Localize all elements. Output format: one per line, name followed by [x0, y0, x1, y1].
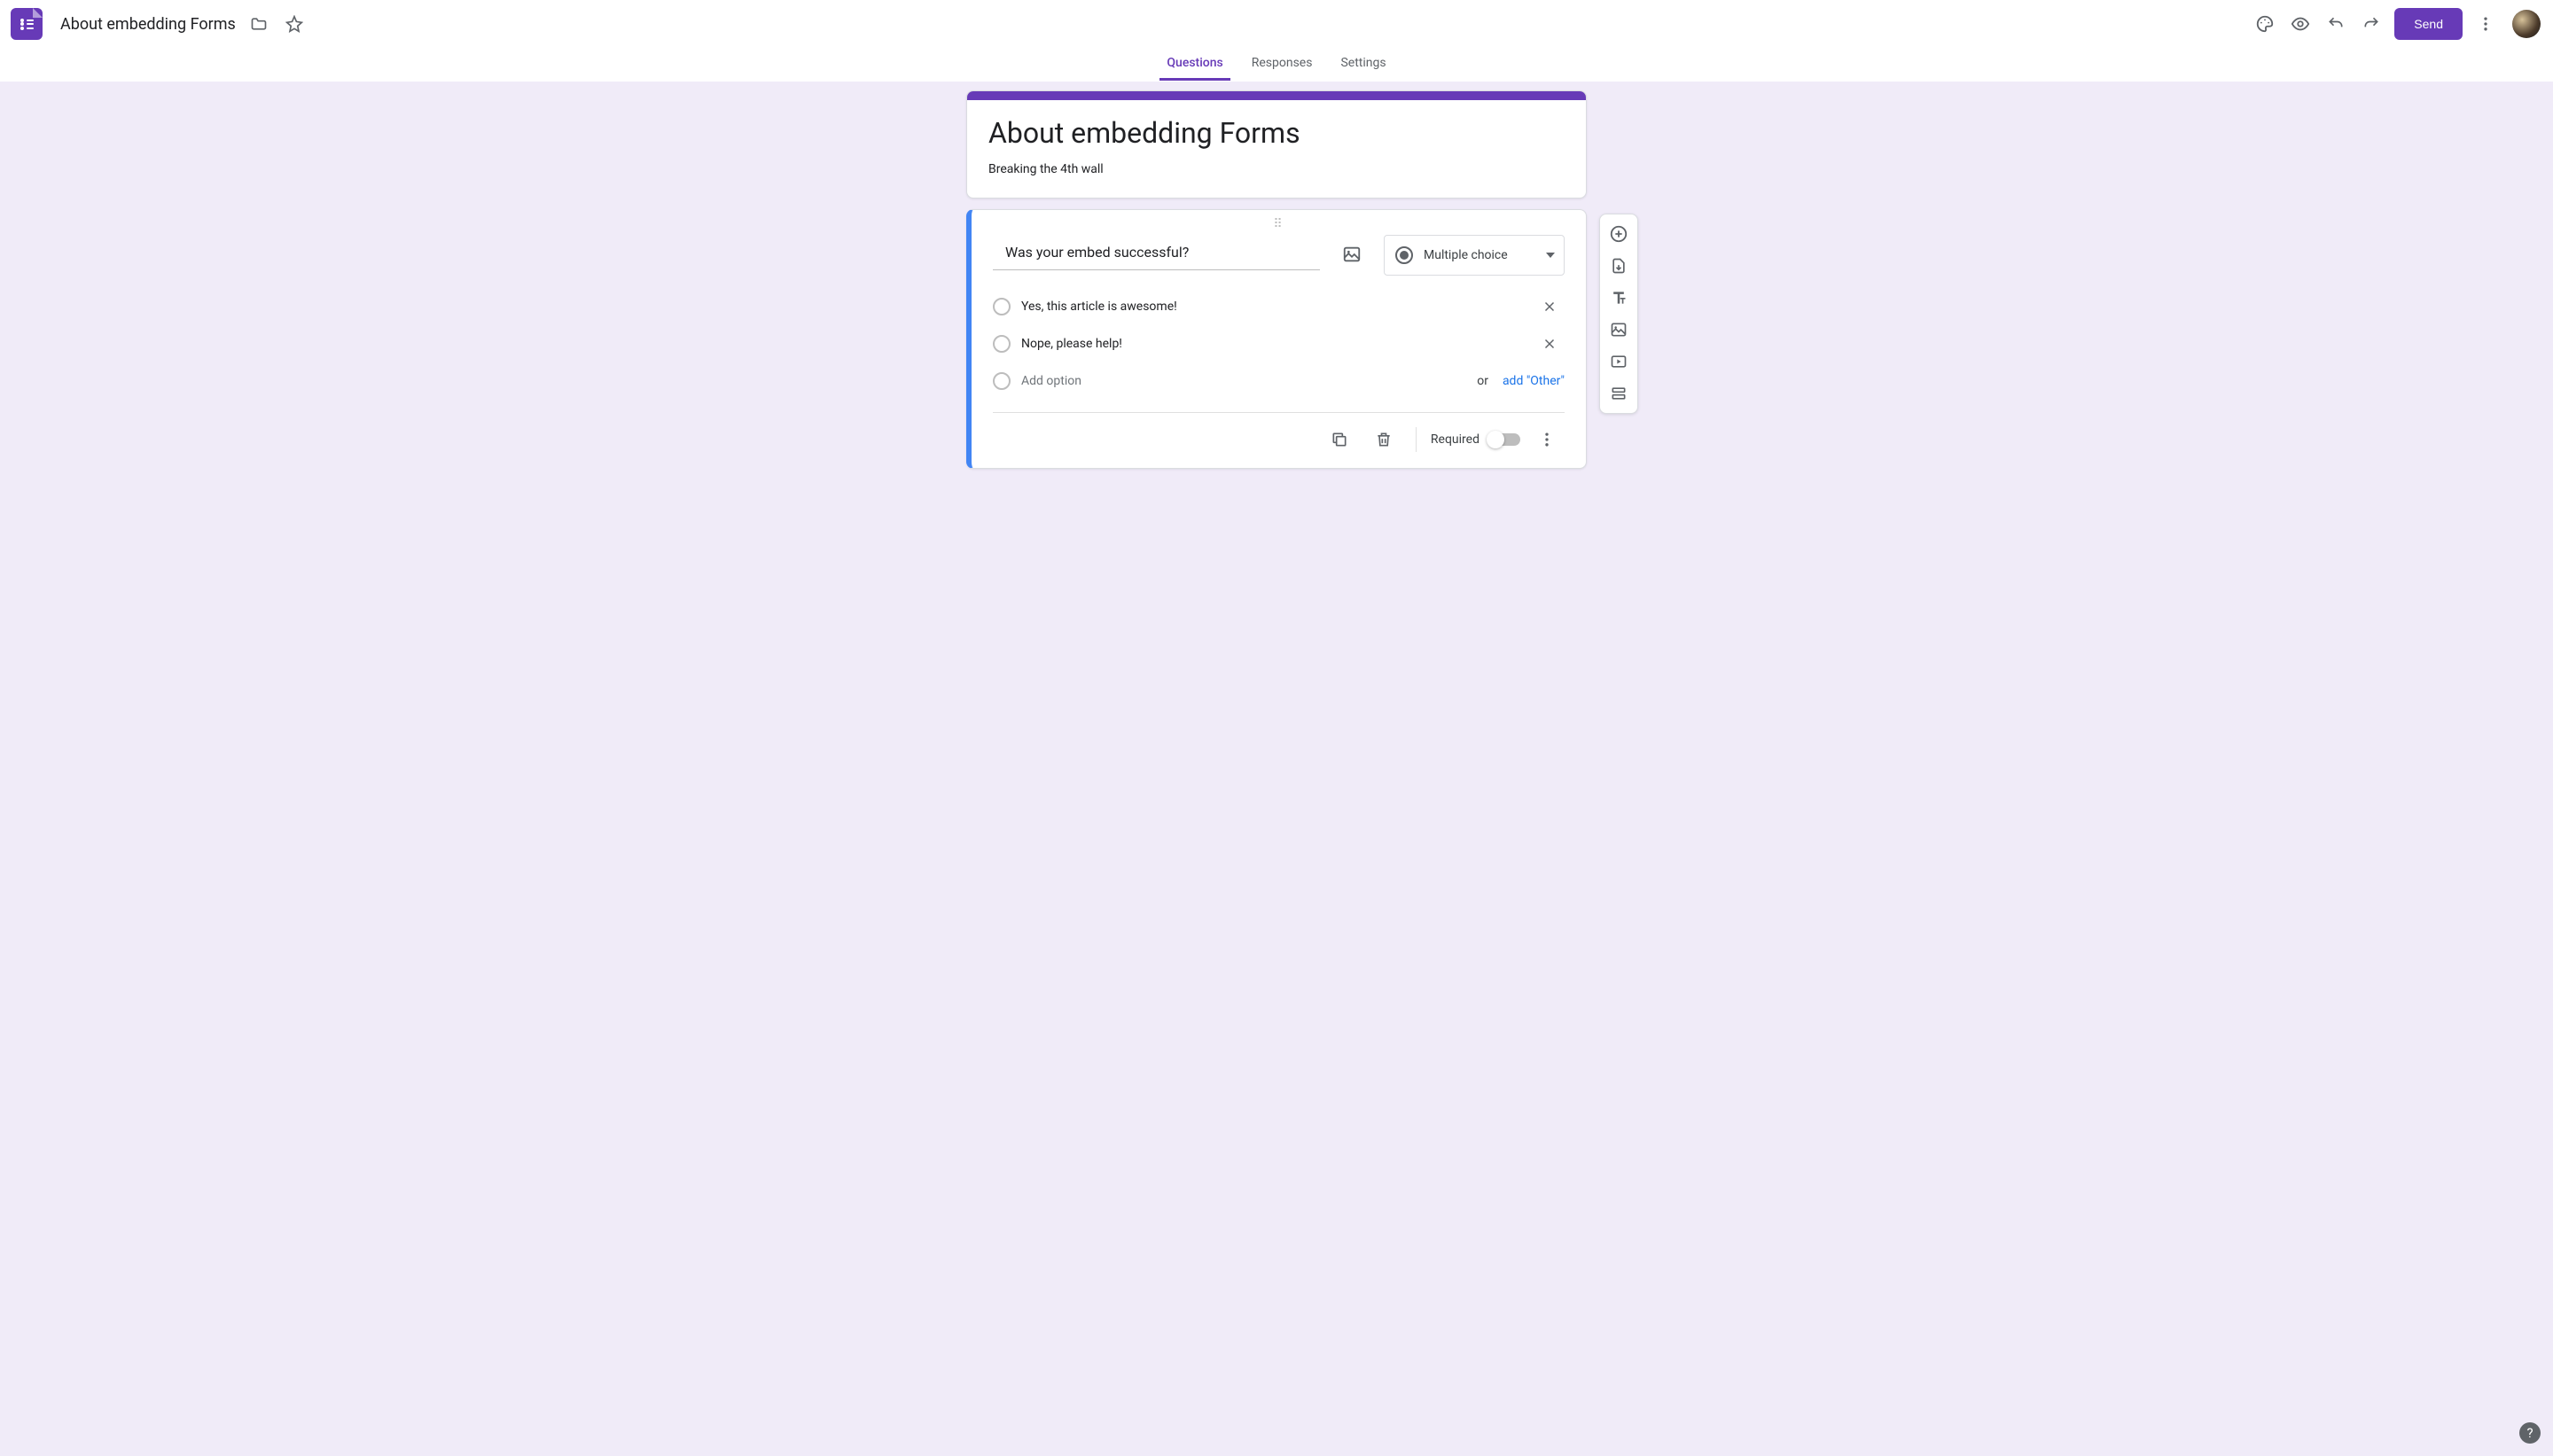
send-button[interactable]: Send	[2394, 8, 2463, 40]
question-more-icon[interactable]	[1529, 422, 1565, 457]
option-radio-icon	[993, 298, 1011, 315]
question-title-input[interactable]: Was your embed successful?	[993, 235, 1320, 270]
undo-icon[interactable]	[2318, 6, 2354, 42]
more-menu-icon[interactable]	[2468, 6, 2503, 42]
add-section-icon[interactable]	[1603, 378, 1635, 409]
tab-questions[interactable]: Questions	[1159, 48, 1230, 81]
form-title[interactable]: About embedding Forms	[988, 116, 1565, 150]
add-image-icon[interactable]	[1603, 314, 1635, 346]
customize-theme-icon[interactable]	[2247, 6, 2283, 42]
folder-icon[interactable]	[241, 6, 277, 42]
form-canvas: About embedding Forms Breaking the 4th w…	[0, 82, 2553, 1456]
form-header-card[interactable]: About embedding Forms Breaking the 4th w…	[966, 90, 1587, 199]
option-row: Nope, please help!	[993, 325, 1565, 362]
add-video-icon[interactable]	[1603, 346, 1635, 378]
preview-icon[interactable]	[2283, 6, 2318, 42]
add-question-icon[interactable]	[1603, 218, 1635, 250]
document-title[interactable]: About embedding Forms	[55, 12, 241, 37]
form-description[interactable]: Breaking the 4th wall	[988, 162, 1565, 176]
question-card[interactable]: ⠿ Was your embed successful? Multiple ch…	[966, 209, 1587, 469]
app-header: About embedding Forms Send	[0, 0, 2553, 48]
option-radio-icon	[993, 335, 1011, 353]
drag-handle-icon[interactable]: ⠿	[993, 217, 1565, 230]
redo-icon[interactable]	[2354, 6, 2389, 42]
floating-toolbar	[1599, 214, 1638, 414]
forms-logo-icon[interactable]	[11, 8, 43, 40]
tab-responses[interactable]: Responses	[1245, 48, 1320, 81]
form-header-accent	[967, 91, 1586, 100]
duplicate-icon[interactable]	[1322, 422, 1357, 457]
question-type-select[interactable]: Multiple choice	[1384, 235, 1565, 276]
separator	[1416, 427, 1417, 452]
star-icon[interactable]	[277, 6, 312, 42]
question-footer: Required	[993, 418, 1565, 461]
option-text-input[interactable]: Yes, this article is awesome!	[1021, 300, 1524, 314]
question-add-image-icon[interactable]	[1334, 237, 1370, 272]
add-option-input[interactable]: Add option	[1021, 374, 1463, 388]
required-label: Required	[1431, 432, 1479, 447]
add-other-link[interactable]: add "Other"	[1503, 374, 1565, 388]
help-icon[interactable]: ?	[2519, 1422, 2541, 1444]
or-text: or	[1477, 374, 1488, 388]
editor-tabs: Questions Responses Settings	[0, 48, 2553, 82]
radio-icon	[1395, 246, 1413, 264]
remove-option-icon[interactable]	[1534, 329, 1565, 359]
required-toggle[interactable]	[1488, 433, 1520, 446]
remove-option-icon[interactable]	[1534, 292, 1565, 322]
question-type-label: Multiple choice	[1424, 248, 1535, 262]
account-avatar[interactable]	[2512, 10, 2541, 38]
option-radio-icon	[993, 372, 1011, 390]
import-questions-icon[interactable]	[1603, 250, 1635, 282]
delete-icon[interactable]	[1366, 422, 1401, 457]
add-option-row: Add option or add "Other"	[993, 362, 1565, 400]
option-text-input[interactable]: Nope, please help!	[1021, 337, 1524, 351]
divider	[993, 412, 1565, 413]
option-row: Yes, this article is awesome!	[993, 288, 1565, 325]
caret-down-icon	[1546, 253, 1555, 258]
tab-settings[interactable]: Settings	[1333, 48, 1393, 81]
add-title-icon[interactable]	[1603, 282, 1635, 314]
